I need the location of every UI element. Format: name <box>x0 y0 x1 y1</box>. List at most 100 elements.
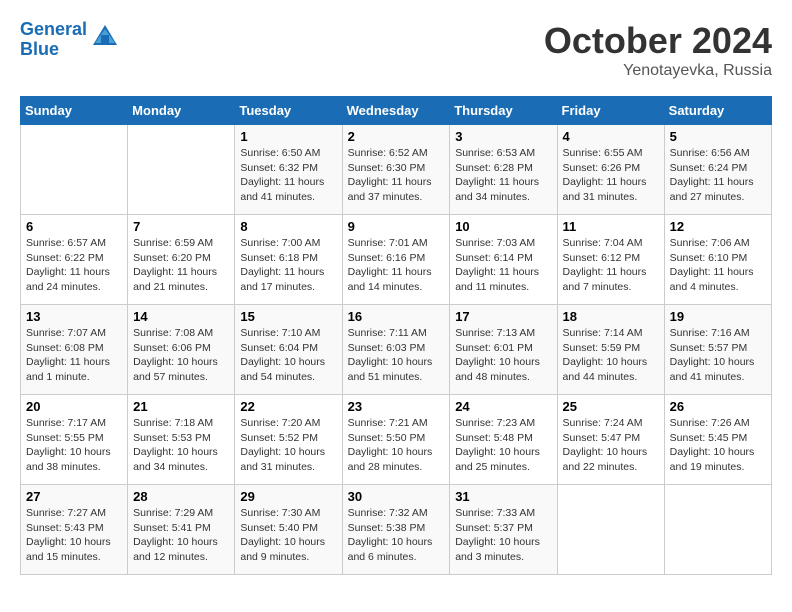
day-info: Sunrise: 7:14 AM Sunset: 5:59 PM Dayligh… <box>563 326 659 385</box>
day-info: Sunrise: 6:59 AM Sunset: 6:20 PM Dayligh… <box>133 236 229 295</box>
day-info: Sunrise: 7:16 AM Sunset: 5:57 PM Dayligh… <box>670 326 766 385</box>
day-info: Sunrise: 7:23 AM Sunset: 5:48 PM Dayligh… <box>455 416 551 475</box>
calendar-cell: 23 Sunrise: 7:21 AM Sunset: 5:50 PM Dayli… <box>342 395 450 485</box>
day-number: 20 <box>26 399 122 414</box>
day-number: 29 <box>240 489 336 504</box>
calendar-cell: 8 Sunrise: 7:00 AM Sunset: 6:18 PM Daylig… <box>235 215 342 305</box>
title-block: October 2024 Yenotayevka, Russia <box>544 20 772 80</box>
calendar-cell <box>21 125 128 215</box>
day-info: Sunrise: 7:06 AM Sunset: 6:10 PM Dayligh… <box>670 236 766 295</box>
page-header: General Blue October 2024 Yenotayevka, R… <box>20 20 772 80</box>
day-info: Sunrise: 6:56 AM Sunset: 6:24 PM Dayligh… <box>670 146 766 205</box>
calendar-cell: 12 Sunrise: 7:06 AM Sunset: 6:10 PM Dayli… <box>664 215 771 305</box>
day-number: 31 <box>455 489 551 504</box>
week-row-1: 1 Sunrise: 6:50 AM Sunset: 6:32 PM Daylig… <box>21 125 772 215</box>
day-number: 10 <box>455 219 551 234</box>
weekday-header-tuesday: Tuesday <box>235 97 342 125</box>
calendar-cell: 10Sunrise: 7:03 AM Sunset: 6:14 PM Dayli… <box>450 215 557 305</box>
calendar-cell: 13 Sunrise: 7:07 AM Sunset: 6:08 PM Dayli… <box>21 305 128 395</box>
day-number: 28 <box>133 489 229 504</box>
day-info: Sunrise: 7:10 AM Sunset: 6:04 PM Dayligh… <box>240 326 336 385</box>
day-number: 13 <box>26 309 122 324</box>
location-subtitle: Yenotayevka, Russia <box>544 62 772 80</box>
calendar-cell: 27 Sunrise: 7:27 AM Sunset: 5:43 PM Dayli… <box>21 485 128 575</box>
calendar-cell: 4 Sunrise: 6:55 AM Sunset: 6:26 PM Daylig… <box>557 125 664 215</box>
weekday-header-sunday: Sunday <box>21 97 128 125</box>
logo-icon <box>91 23 119 56</box>
calendar-cell: 3 Sunrise: 6:53 AM Sunset: 6:28 PM Daylig… <box>450 125 557 215</box>
calendar-cell: 7 Sunrise: 6:59 AM Sunset: 6:20 PM Daylig… <box>128 215 235 305</box>
day-info: Sunrise: 6:55 AM Sunset: 6:26 PM Dayligh… <box>563 146 659 205</box>
day-number: 6 <box>26 219 122 234</box>
day-number: 12 <box>670 219 766 234</box>
day-info: Sunrise: 6:53 AM Sunset: 6:28 PM Dayligh… <box>455 146 551 205</box>
calendar-cell: 6 Sunrise: 6:57 AM Sunset: 6:22 PM Daylig… <box>21 215 128 305</box>
day-number: 19 <box>670 309 766 324</box>
calendar-cell: 24 Sunrise: 7:23 AM Sunset: 5:48 PM Dayli… <box>450 395 557 485</box>
week-row-4: 20 Sunrise: 7:17 AM Sunset: 5:55 PM Dayli… <box>21 395 772 485</box>
calendar-cell: 30Sunrise: 7:32 AM Sunset: 5:38 PM Dayli… <box>342 485 450 575</box>
day-number: 21 <box>133 399 229 414</box>
calendar-cell: 2 Sunrise: 6:52 AM Sunset: 6:30 PM Daylig… <box>342 125 450 215</box>
calendar-cell: 26 Sunrise: 7:26 AM Sunset: 5:45 PM Dayli… <box>664 395 771 485</box>
calendar-table: SundayMondayTuesdayWednesdayThursdayFrid… <box>20 96 772 575</box>
week-row-5: 27 Sunrise: 7:27 AM Sunset: 5:43 PM Dayli… <box>21 485 772 575</box>
calendar-cell <box>128 125 235 215</box>
day-info: Sunrise: 7:18 AM Sunset: 5:53 PM Dayligh… <box>133 416 229 475</box>
calendar-cell: 16 Sunrise: 7:11 AM Sunset: 6:03 PM Dayli… <box>342 305 450 395</box>
calendar-cell: 1 Sunrise: 6:50 AM Sunset: 6:32 PM Daylig… <box>235 125 342 215</box>
day-number: 25 <box>563 399 659 414</box>
day-number: 30 <box>348 489 445 504</box>
day-number: 1 <box>240 129 336 144</box>
day-number: 24 <box>455 399 551 414</box>
day-number: 15 <box>240 309 336 324</box>
day-info: Sunrise: 7:00 AM Sunset: 6:18 PM Dayligh… <box>240 236 336 295</box>
calendar-cell: 11 Sunrise: 7:04 AM Sunset: 6:12 PM Dayli… <box>557 215 664 305</box>
day-info: Sunrise: 7:07 AM Sunset: 6:08 PM Dayligh… <box>26 326 122 385</box>
calendar-cell <box>664 485 771 575</box>
calendar-cell: 22 Sunrise: 7:20 AM Sunset: 5:52 PM Dayli… <box>235 395 342 485</box>
day-number: 23 <box>348 399 445 414</box>
calendar-cell: 9Sunrise: 7:01 AM Sunset: 6:16 PM Daylig… <box>342 215 450 305</box>
calendar-cell: 18 Sunrise: 7:14 AM Sunset: 5:59 PM Dayli… <box>557 305 664 395</box>
calendar-cell: 14Sunrise: 7:08 AM Sunset: 6:06 PM Dayli… <box>128 305 235 395</box>
day-info: Sunrise: 6:52 AM Sunset: 6:30 PM Dayligh… <box>348 146 445 205</box>
day-number: 11 <box>563 219 659 234</box>
day-number: 17 <box>455 309 551 324</box>
day-info: Sunrise: 7:20 AM Sunset: 5:52 PM Dayligh… <box>240 416 336 475</box>
day-number: 8 <box>240 219 336 234</box>
day-number: 3 <box>455 129 551 144</box>
calendar-cell: 19 Sunrise: 7:16 AM Sunset: 5:57 PM Dayli… <box>664 305 771 395</box>
calendar-cell: 31Sunrise: 7:33 AM Sunset: 5:37 PM Dayli… <box>450 485 557 575</box>
day-info: Sunrise: 6:57 AM Sunset: 6:22 PM Dayligh… <box>26 236 122 295</box>
day-info: Sunrise: 7:27 AM Sunset: 5:43 PM Dayligh… <box>26 506 122 565</box>
calendar-cell <box>557 485 664 575</box>
logo-text-blue: Blue <box>20 39 59 59</box>
day-info: Sunrise: 7:26 AM Sunset: 5:45 PM Dayligh… <box>670 416 766 475</box>
day-number: 7 <box>133 219 229 234</box>
day-info: Sunrise: 7:17 AM Sunset: 5:55 PM Dayligh… <box>26 416 122 475</box>
day-info: Sunrise: 7:21 AM Sunset: 5:50 PM Dayligh… <box>348 416 445 475</box>
calendar-cell: 17 Sunrise: 7:13 AM Sunset: 6:01 PM Dayli… <box>450 305 557 395</box>
day-number: 22 <box>240 399 336 414</box>
day-info: Sunrise: 7:13 AM Sunset: 6:01 PM Dayligh… <box>455 326 551 385</box>
weekday-header-row: SundayMondayTuesdayWednesdayThursdayFrid… <box>21 97 772 125</box>
day-info: Sunrise: 7:11 AM Sunset: 6:03 PM Dayligh… <box>348 326 445 385</box>
month-title: October 2024 <box>544 20 772 62</box>
day-info: Sunrise: 7:29 AM Sunset: 5:41 PM Dayligh… <box>133 506 229 565</box>
day-number: 27 <box>26 489 122 504</box>
logo: General Blue <box>20 20 119 60</box>
day-number: 2 <box>348 129 445 144</box>
day-info: Sunrise: 7:04 AM Sunset: 6:12 PM Dayligh… <box>563 236 659 295</box>
weekday-header-monday: Monday <box>128 97 235 125</box>
calendar-cell: 29Sunrise: 7:30 AM Sunset: 5:40 PM Dayli… <box>235 485 342 575</box>
weekday-header-wednesday: Wednesday <box>342 97 450 125</box>
day-info: Sunrise: 6:50 AM Sunset: 6:32 PM Dayligh… <box>240 146 336 205</box>
day-info: Sunrise: 7:24 AM Sunset: 5:47 PM Dayligh… <box>563 416 659 475</box>
weekday-header-friday: Friday <box>557 97 664 125</box>
day-number: 18 <box>563 309 659 324</box>
day-number: 4 <box>563 129 659 144</box>
day-number: 26 <box>670 399 766 414</box>
calendar-cell: 15 Sunrise: 7:10 AM Sunset: 6:04 PM Dayli… <box>235 305 342 395</box>
day-number: 16 <box>348 309 445 324</box>
